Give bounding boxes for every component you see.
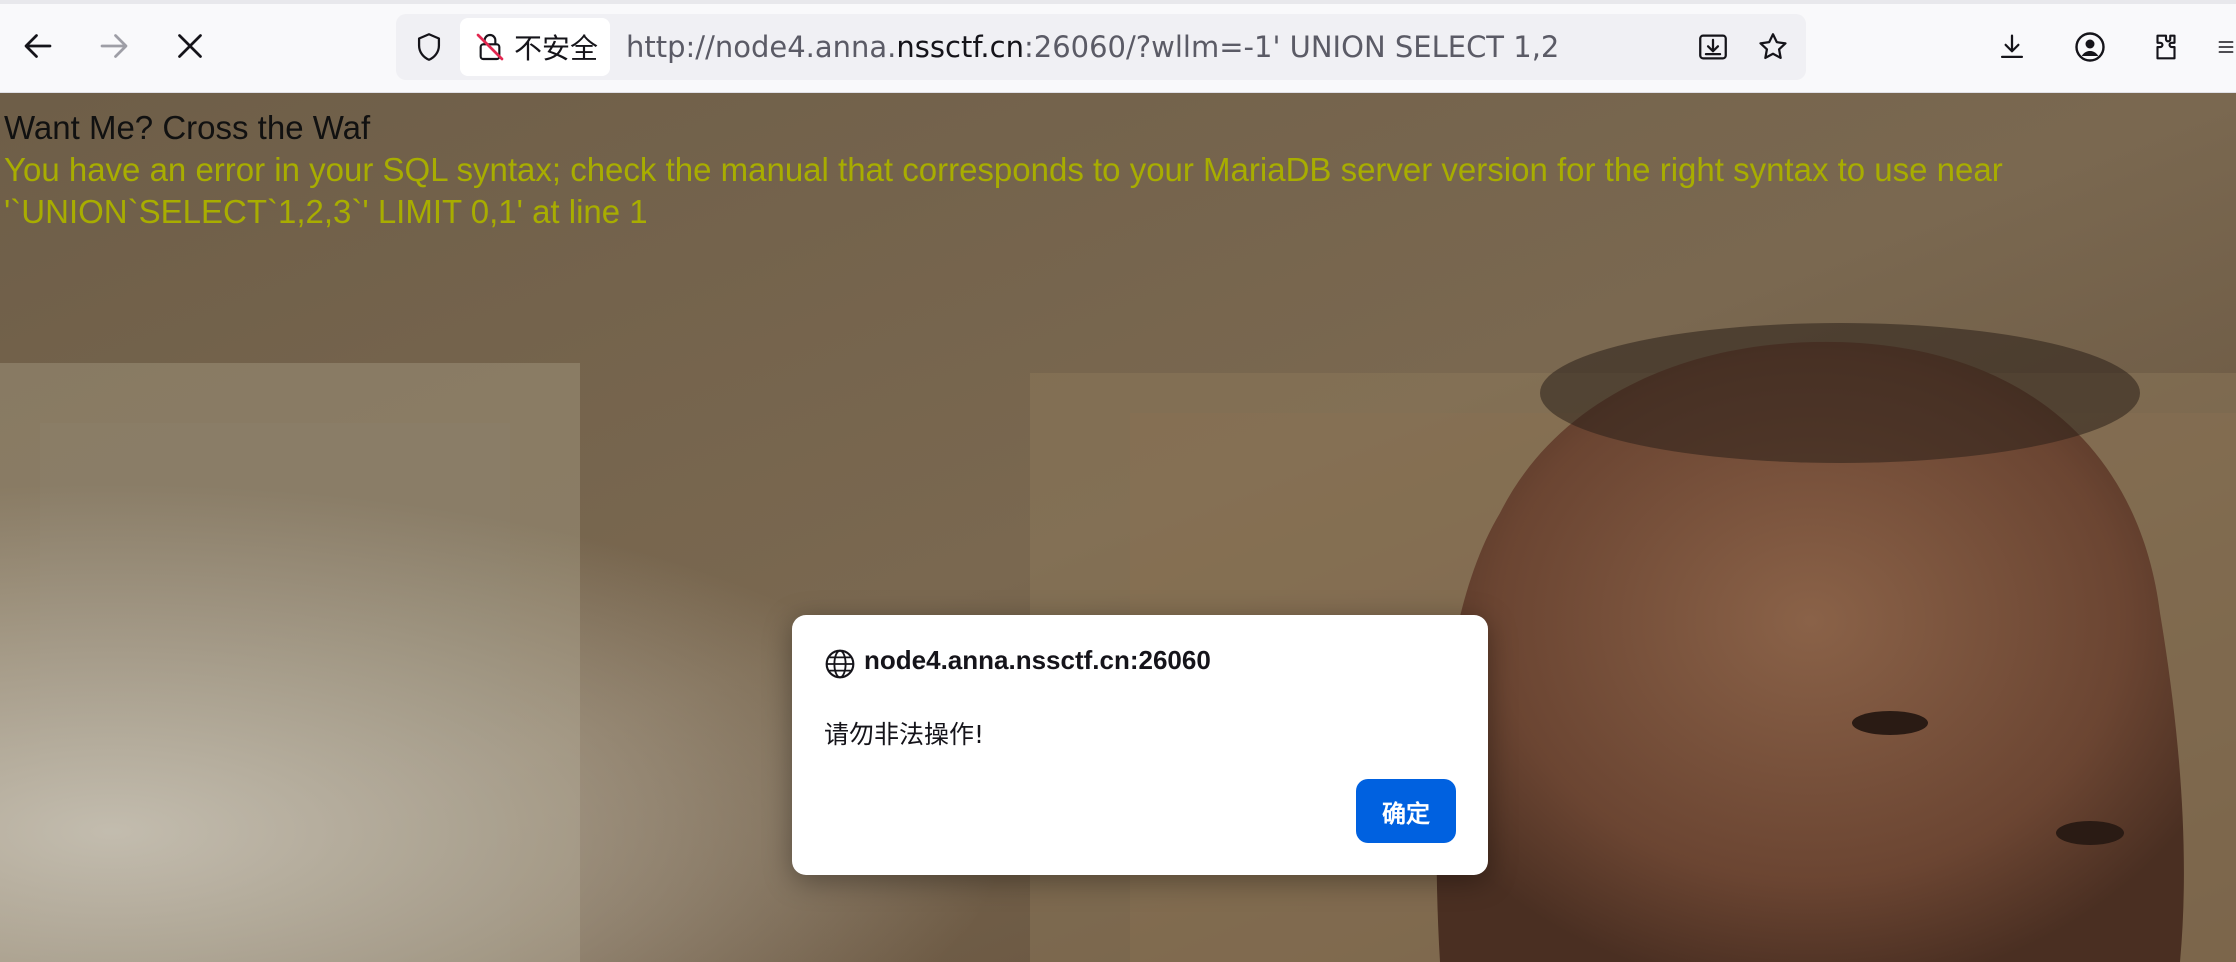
save-page-button[interactable] (1692, 26, 1734, 68)
tracking-protection-button[interactable] (408, 26, 450, 68)
bookmark-star-icon (1759, 33, 1787, 60)
bookmark-button[interactable] (1752, 26, 1794, 68)
tab-strip-edge (0, 0, 2236, 4)
forward-arrow-icon (100, 34, 128, 58)
dialog-message: 请勿非法操作! (824, 720, 985, 749)
account-button[interactable] (2068, 25, 2112, 69)
sql-error-line-1: You have an error in your SQL syntax; ch… (4, 151, 2003, 188)
alert-dialog: node4.anna.nssctf.cn:26060 请勿非法操作! 确定 (792, 615, 1488, 875)
site-security-indicator[interactable]: 不安全 (460, 18, 610, 76)
download-page-icon (1699, 34, 1727, 60)
stop-button[interactable] (162, 18, 218, 74)
url-host: nssctf.cn (896, 30, 1024, 64)
shield-icon (417, 33, 441, 61)
dialog-ok-button[interactable]: 确定 (1356, 779, 1456, 843)
page-heading: Want Me? Cross the Waf (4, 109, 371, 146)
stop-icon (178, 34, 202, 58)
downloads-icon (2000, 34, 2024, 59)
menu-icon (2218, 41, 2234, 53)
menu-button[interactable] (2216, 25, 2236, 69)
back-arrow-icon (24, 34, 52, 58)
extensions-button[interactable] (2144, 25, 2188, 69)
url-text[interactable]: http://node4.anna.nssctf.cn:26060/?wllm=… (626, 14, 1559, 80)
sql-error-line-2: '`UNION`SELECT`1,2,3`' LIMIT 0,1' at lin… (4, 193, 648, 230)
page-text: Want Me? Cross the Waf You have an error… (4, 107, 2204, 233)
account-icon (2075, 32, 2105, 62)
url-suffix: :26060/?wllm=-1' UNION SELECT 1,2 (1023, 30, 1560, 64)
globe-icon (825, 649, 855, 679)
downloads-button[interactable] (1990, 25, 2034, 69)
back-button[interactable] (10, 18, 66, 74)
forward-button[interactable] (86, 18, 142, 74)
insecure-lock-icon (476, 33, 504, 61)
insecure-label: 不安全 (514, 32, 599, 65)
extensions-icon (2156, 34, 2176, 60)
url-bar[interactable]: 不安全 http://node4.anna.nssctf.cn:26060/?w… (396, 14, 1806, 80)
browser-toolbar: 不安全 http://node4.anna.nssctf.cn:26060/?w… (0, 0, 2236, 93)
url-prefix: http://node4.anna. (626, 30, 897, 64)
dialog-origin: node4.anna.nssctf.cn:26060 (864, 645, 1211, 675)
